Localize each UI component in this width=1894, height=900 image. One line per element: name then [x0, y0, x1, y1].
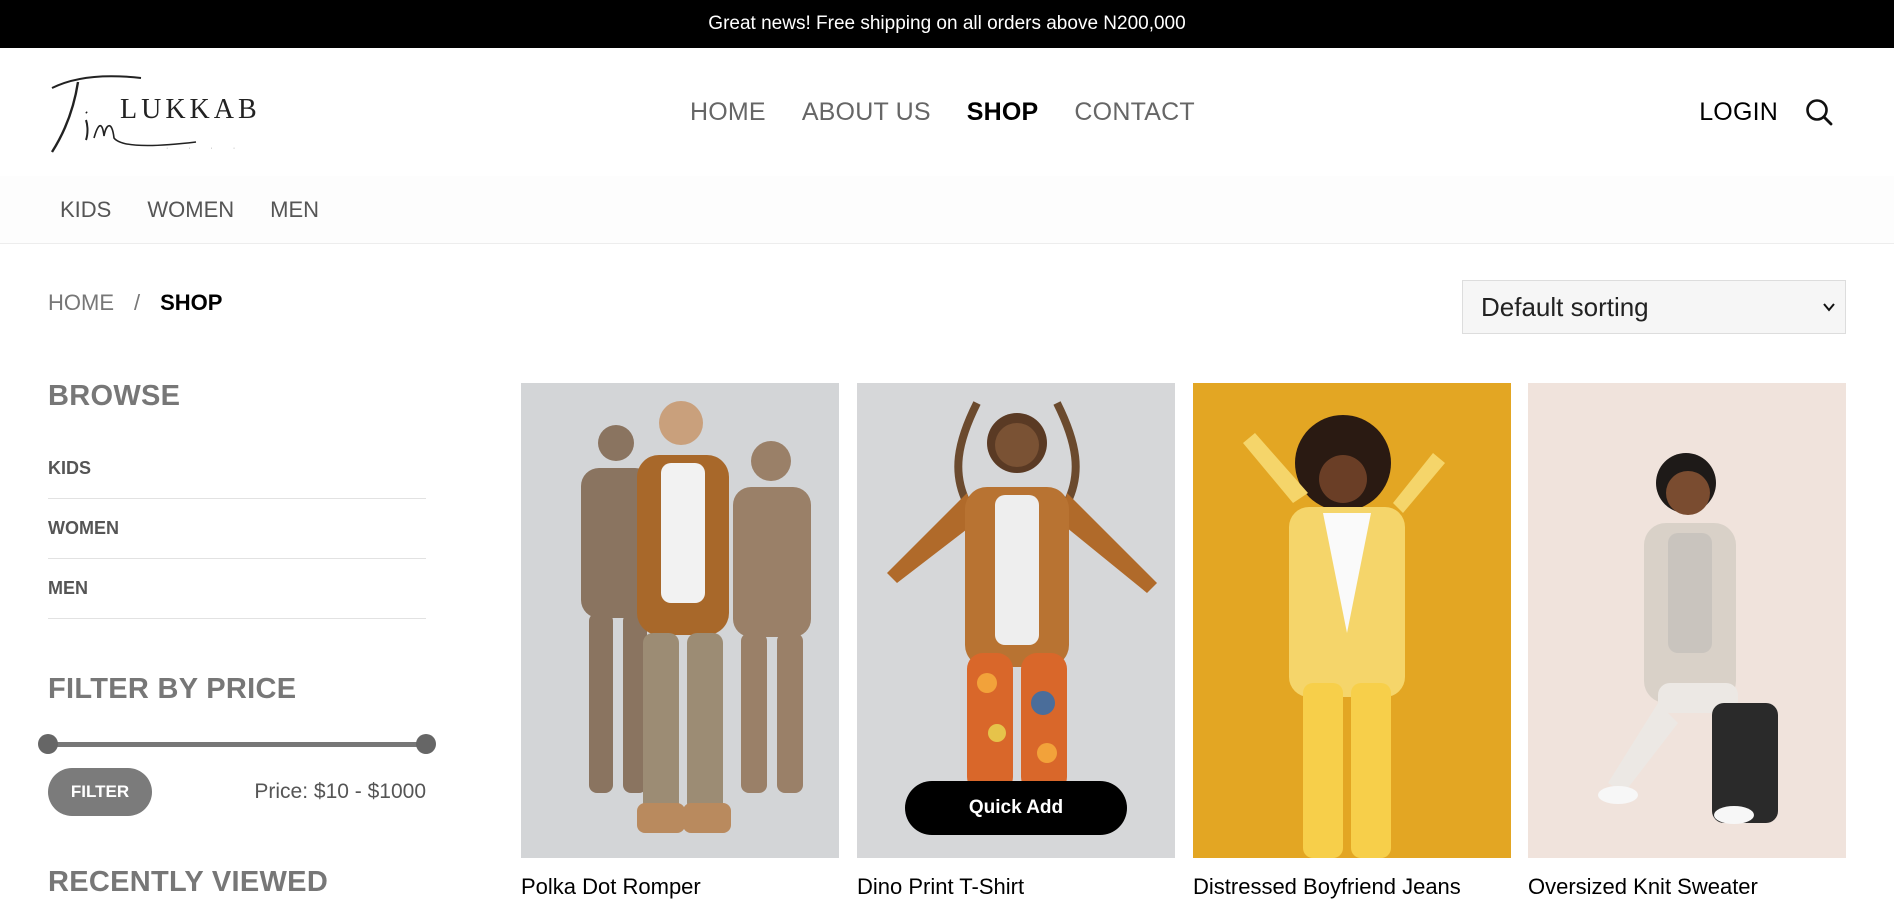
nav-home[interactable]: HOME — [690, 98, 766, 127]
product-image[interactable]: Quick Add — [857, 383, 1175, 858]
price-range-slider[interactable] — [38, 732, 436, 756]
product-title[interactable]: Oversized Knit Sweater — [1528, 874, 1846, 900]
filter-row: FILTER Price: $10 - $1000 — [48, 768, 426, 816]
browse-heading: BROWSE — [48, 380, 181, 412]
svg-text:· · · ·: · · · · — [166, 145, 244, 152]
product-title[interactable]: Dino Print T-Shirt — [857, 874, 1175, 900]
slider-track — [48, 742, 426, 747]
brand-logo[interactable]: LUKKAB · · · · — [46, 68, 266, 158]
subnav-women[interactable]: WOMEN — [147, 197, 234, 223]
recently-viewed-heading: RECENTLY VIEWED — [48, 866, 329, 898]
announcement-text: Great news! Free shipping on all orders … — [708, 13, 1186, 34]
browse-item-men[interactable]: MEN — [48, 559, 426, 619]
quick-add-button[interactable]: Quick Add — [905, 781, 1127, 835]
nav-contact[interactable]: CONTACT — [1074, 98, 1194, 127]
subnav-kids[interactable]: KIDS — [60, 197, 111, 223]
breadcrumb-home[interactable]: HOME — [48, 290, 114, 316]
svg-text:LUKKAB: LUKKAB — [120, 94, 261, 125]
product-image[interactable] — [1528, 383, 1846, 858]
product-image[interactable] — [521, 383, 839, 858]
sort-select[interactable]: Default sorting — [1462, 280, 1846, 334]
product-title[interactable]: Polka Dot Romper — [521, 874, 839, 900]
product-title[interactable]: Distressed Boyfriend Jeans — [1193, 874, 1511, 900]
nav-shop[interactable]: SHOP — [967, 98, 1039, 127]
browse-item-kids[interactable]: KIDS — [48, 439, 426, 499]
product-card[interactable]: Oversized Knit Sweater — [1528, 383, 1846, 900]
breadcrumb-current: SHOP — [160, 290, 223, 315]
price-range-label: Price: $10 - $1000 — [254, 780, 426, 803]
login-link[interactable]: LOGIN — [1699, 98, 1778, 127]
filter-heading: FILTER BY PRICE — [48, 673, 297, 705]
breadcrumb: HOME / SHOP — [48, 290, 222, 316]
subnav-men[interactable]: MEN — [270, 197, 319, 223]
breadcrumb-separator: / — [134, 290, 141, 315]
main-nav: HOME ABOUT US SHOP CONTACT — [690, 48, 1195, 176]
browse-item-women[interactable]: WOMEN — [48, 499, 426, 559]
product-image[interactable] — [1193, 383, 1511, 858]
site-header: LUKKAB · · · · HOME ABOUT US SHOP CONTAC… — [0, 48, 1894, 176]
slider-max-handle[interactable] — [416, 734, 436, 754]
product-card[interactable]: Polka Dot Romper — [521, 383, 839, 900]
browse-list: KIDS WOMEN MEN — [48, 439, 426, 619]
header-actions: LOGIN — [1699, 48, 1834, 176]
search-icon[interactable] — [1804, 97, 1834, 127]
nav-about-us[interactable]: ABOUT US — [802, 98, 931, 127]
announcement-bar: Great news! Free shipping on all orders … — [0, 0, 1894, 48]
slider-min-handle[interactable] — [38, 734, 58, 754]
sidebar: BROWSE KIDS WOMEN MEN FILTER BY PRICE FI… — [38, 380, 436, 899]
filter-button[interactable]: FILTER — [48, 768, 152, 816]
product-card[interactable]: Distressed Boyfriend Jeans — [1193, 383, 1511, 900]
product-card[interactable]: Quick Add Dino Print T-Shirt — [857, 383, 1175, 900]
category-subnav: KIDS WOMEN MEN — [0, 176, 1894, 244]
